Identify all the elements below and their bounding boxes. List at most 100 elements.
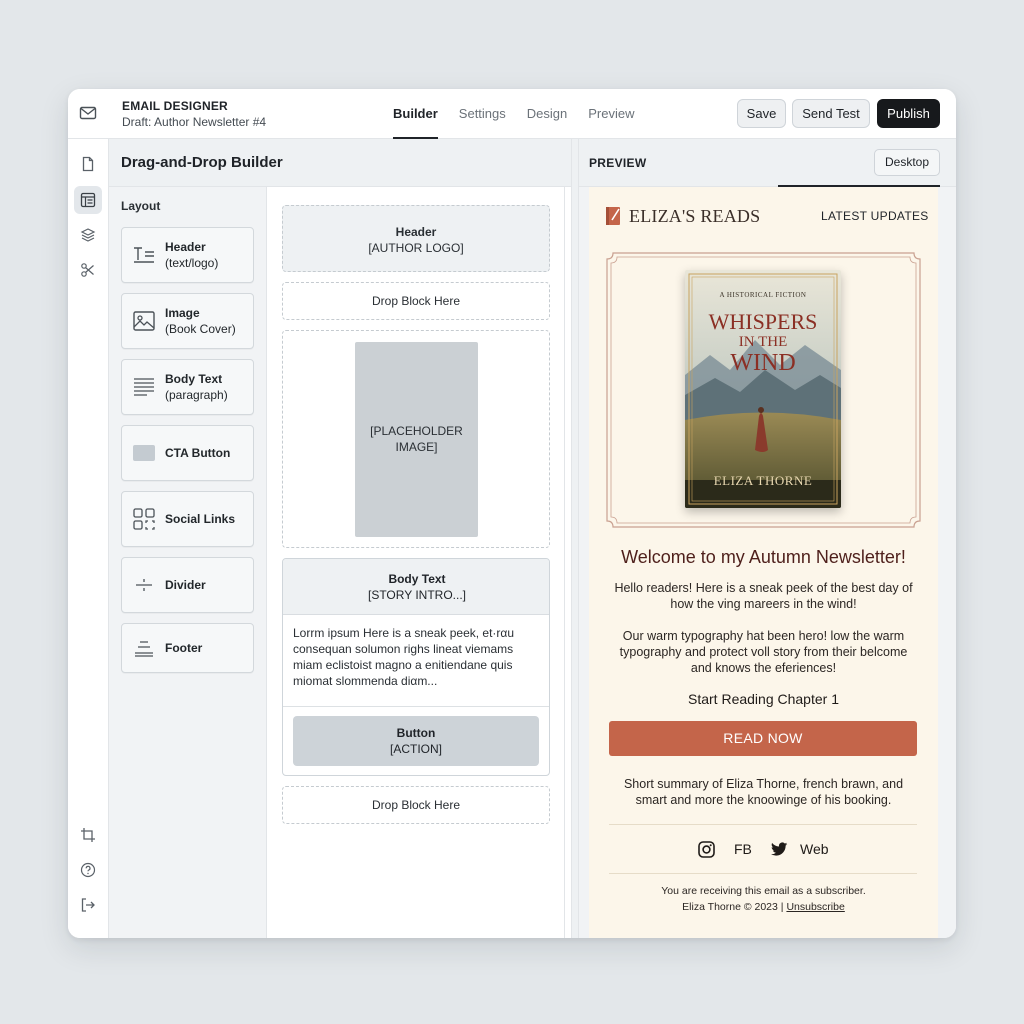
palette-item-sub: (text/logo) <box>165 256 219 270</box>
unsubscribe-link[interactable]: Unsubscribe <box>786 901 844 913</box>
send-test-button[interactable]: Send Test <box>792 99 870 128</box>
tab-builder[interactable]: Builder <box>393 89 438 139</box>
palette-item-title: Divider <box>165 578 206 592</box>
drop-zone[interactable]: Drop Block Here <box>282 786 550 824</box>
social-links: FB Web <box>589 838 938 860</box>
mail-icon <box>79 106 97 120</box>
layout-icon <box>80 192 96 208</box>
book-title-line: WHISPERS <box>708 309 818 334</box>
email-headline: Welcome to my Autumn Newsletter! <box>621 547 906 567</box>
app-window: EMAIL DESIGNER Draft: Author Newsletter … <box>68 89 956 938</box>
book-cover: A HISTORICAL FICTION WHISPERS IN THE WIN… <box>685 270 841 508</box>
block-sub: [AUTHOR LOGO] <box>368 241 464 255</box>
book-author: ELIZA THORNE <box>713 473 813 488</box>
logout-icon <box>81 898 95 912</box>
publish-button[interactable]: Publish <box>877 99 940 128</box>
header-block[interactable]: Header [AUTHOR LOGO] <box>282 205 550 272</box>
tab-settings[interactable]: Settings <box>459 89 506 139</box>
read-now-button[interactable]: READ NOW <box>609 721 917 756</box>
paragraph-icon <box>134 378 154 396</box>
email-brand: ELIZA'S READS <box>629 206 761 226</box>
block-title: Header <box>395 225 437 239</box>
placeholder-image: [PLACEHOLDER IMAGE] <box>355 342 478 537</box>
rail-logout-button[interactable] <box>74 891 102 919</box>
crop-icon <box>81 828 95 842</box>
preview-panel: PREVIEW Desktop ELIZA'S READS LATEST UPD… <box>579 139 956 938</box>
preview-title: PREVIEW <box>589 156 647 170</box>
rail-document-button[interactable] <box>74 150 102 178</box>
copyright-text: Eliza Thorne © 2023 | <box>682 901 784 913</box>
block-title: Body Text <box>388 572 446 586</box>
palette-item-title: Image <box>165 306 200 320</box>
rail-layers-button[interactable] <box>74 221 102 249</box>
email-preview: ELIZA'S READS LATEST UPDATES A HISTORICA… <box>589 187 938 938</box>
block-sub: [ACTION] <box>389 742 442 756</box>
palette-item-title: Header <box>165 240 206 254</box>
palette-divider-block[interactable]: Divider <box>121 557 254 613</box>
email-paragraph: Hello readers! Here is a sneak peek of t… <box>614 581 913 611</box>
palette-image-block[interactable]: Image (Book Cover) <box>121 293 254 349</box>
palette-cta-button-block[interactable]: CTA Button <box>121 425 254 481</box>
author-summary: Short summary of Eliza Thorne, french br… <box>623 777 904 807</box>
tab-preview[interactable]: Preview <box>588 89 634 139</box>
palette-label: Layout <box>121 199 161 213</box>
palette-item-title: Body Text <box>165 372 223 386</box>
palette-footer-block[interactable]: Footer <box>121 623 254 673</box>
document-icon <box>82 156 94 172</box>
grid-icon <box>133 508 155 530</box>
builder-title: Drag-and-Drop Builder <box>121 154 283 171</box>
palette-item-title: Footer <box>165 641 203 655</box>
email-paragraph: Our warm typography hat been hero! low t… <box>619 629 908 675</box>
rail-layout-button[interactable] <box>74 186 102 214</box>
body-text-block[interactable]: Body Text [STORY INTRO...] Lorrm ipsum H… <box>282 558 550 776</box>
email-divider <box>609 824 917 825</box>
draft-name: Draft: Author Newsletter #4 <box>122 115 267 129</box>
save-button[interactable]: Save <box>737 99 786 128</box>
header-icon <box>134 247 154 263</box>
footer-copyright: Eliza Thorne © 2023 | Unsubscribe <box>589 901 938 913</box>
device-toggle-button[interactable]: Desktop <box>874 149 940 176</box>
placeholder-label: IMAGE] <box>395 440 438 454</box>
builder-canvas: Header [AUTHOR LOGO] Drop Block Here [PL… <box>267 187 565 938</box>
palette-item-title: CTA Button <box>165 446 231 460</box>
palette-header-block[interactable]: Header (text/logo) <box>121 227 254 283</box>
book-logo-icon <box>606 207 620 225</box>
button-icon <box>133 445 155 461</box>
builder-panel: Drag-and-Drop Builder Layout Header (text… <box>109 139 571 938</box>
rail-tools-button[interactable] <box>74 256 102 284</box>
chapter-heading: Start Reading Chapter 1 <box>688 691 839 707</box>
block-palette: Layout Header (text/logo) Image (Book Cove… <box>109 187 267 938</box>
block-title: Button <box>396 726 436 740</box>
drop-zone[interactable]: Drop Block Here <box>282 282 550 320</box>
palette-item-sub: (paragraph) <box>165 388 228 402</box>
image-icon <box>133 311 155 331</box>
email-divider <box>609 873 917 874</box>
footer-icon <box>135 641 153 657</box>
layers-icon <box>80 228 96 242</box>
preview-header: PREVIEW Desktop <box>579 139 956 187</box>
palette-social-links-block[interactable]: Social Links <box>121 491 254 547</box>
facebook-link[interactable]: FB <box>734 841 752 857</box>
book-kicker: A HISTORICAL FICTION <box>719 291 807 299</box>
help-icon <box>80 862 96 878</box>
image-block[interactable]: [PLACEHOLDER IMAGE] <box>282 330 550 548</box>
palette-item-sub: (Book Cover) <box>165 322 236 336</box>
tools-icon <box>81 263 94 277</box>
body-block-content: Lorrm ipsum Here is a sneak peek, et·rαu… <box>293 626 515 688</box>
divider-icon <box>136 579 152 591</box>
rail-crop-button[interactable] <box>74 821 102 849</box>
block-sub: [STORY INTRO...] <box>367 588 467 602</box>
rail-help-button[interactable] <box>74 856 102 884</box>
app-title: EMAIL DESIGNER <box>122 99 228 113</box>
website-link[interactable]: Web <box>800 841 829 857</box>
button-block[interactable]: Button [ACTION] <box>293 716 539 766</box>
panel-splitter[interactable] <box>571 139 579 938</box>
latest-updates-link[interactable]: LATEST UPDATES <box>821 209 929 223</box>
book-title-line: WIND <box>730 350 796 376</box>
twitter-icon[interactable] <box>771 842 788 857</box>
instagram-icon[interactable] <box>698 841 715 858</box>
tab-design[interactable]: Design <box>527 89 567 139</box>
palette-body-text-block[interactable]: Body Text (paragraph) <box>121 359 254 415</box>
placeholder-label: [PLACEHOLDER <box>370 424 463 438</box>
palette-item-title: Social Links <box>165 512 236 526</box>
